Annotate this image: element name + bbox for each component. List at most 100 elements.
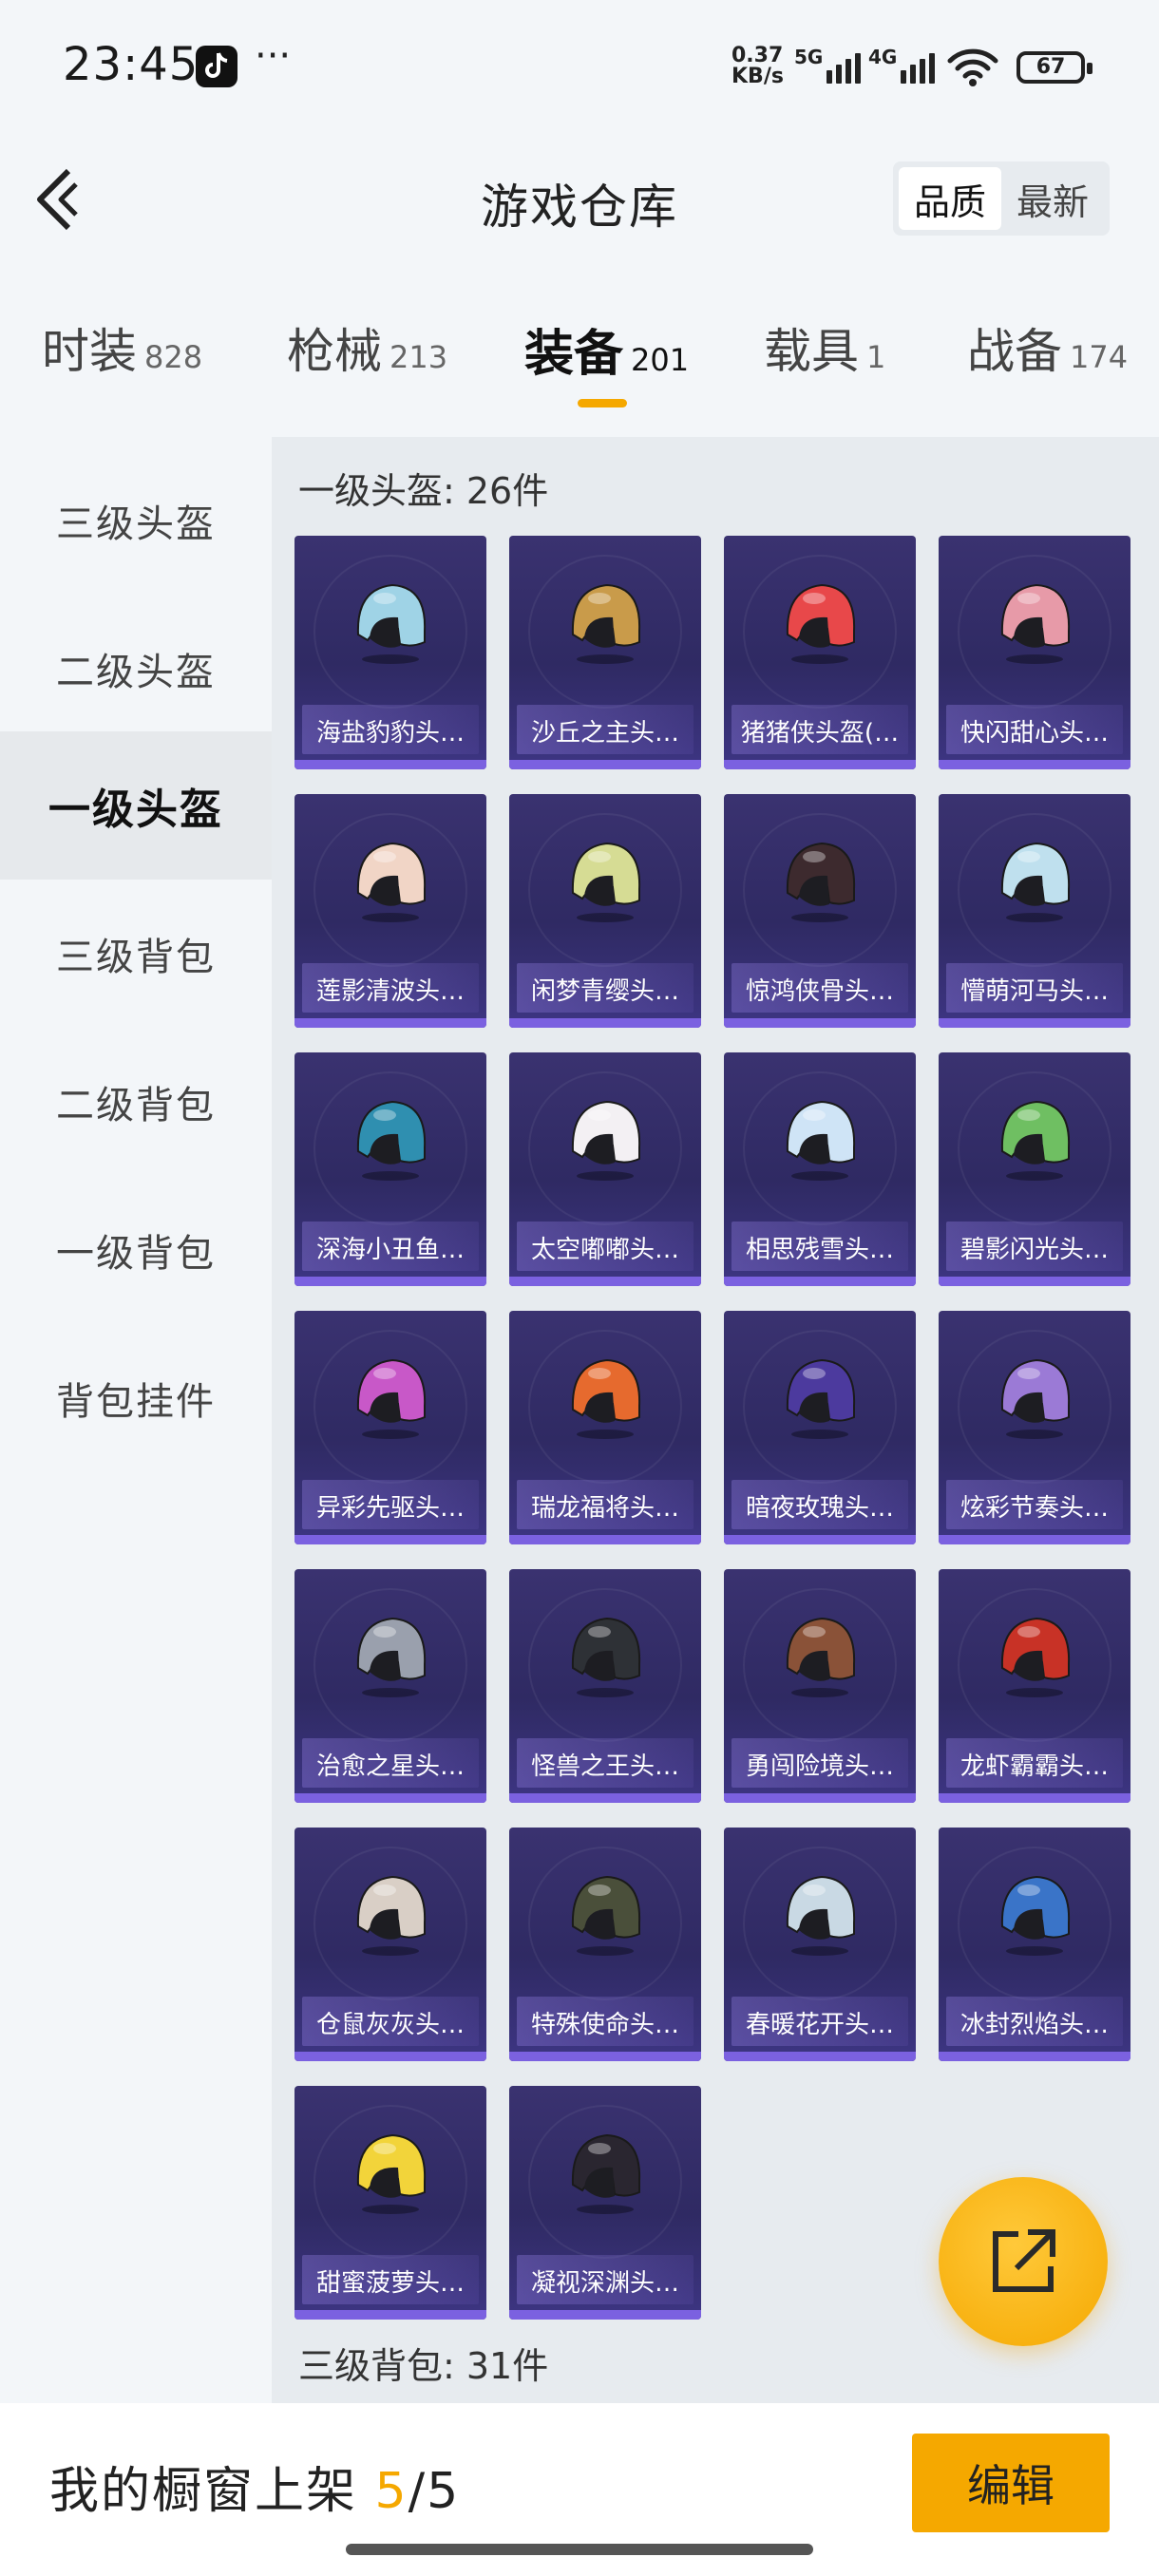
helmet-icon: [571, 1617, 641, 1697]
item-name: 快闪甜心头…: [960, 719, 1109, 748]
helmet-icon: [1000, 1617, 1071, 1697]
item-card[interactable]: 瑞龙福将头…: [509, 1311, 701, 1544]
sidebar-item-level3-helmet[interactable]: 三级头盔: [0, 446, 272, 595]
item-card[interactable]: 暗夜玫瑰头…: [724, 1311, 916, 1544]
item-card[interactable]: 冰封烈焰头…: [939, 1828, 1130, 2061]
item-card[interactable]: 深海小丑鱼…: [294, 1052, 486, 1286]
helmet-icon: [571, 1875, 641, 1956]
showcase-label: 我的橱窗上架: [49, 2463, 358, 2520]
tiktok-icon: [196, 46, 238, 87]
clock: 23:45: [63, 38, 200, 91]
tab-count: 828: [144, 339, 203, 375]
tab-label: 战备: [967, 324, 1062, 379]
item-name: 冰封烈焰头…: [960, 2011, 1109, 2039]
helmet-icon: [786, 1617, 856, 1697]
helmet-icon: [356, 1875, 427, 1956]
battery-indicator: 67: [1016, 51, 1092, 84]
item-card[interactable]: 惊鸿侠骨头…: [724, 794, 916, 1028]
section-title: 三级背包: 31件: [298, 2345, 549, 2387]
helmet-icon: [571, 583, 641, 664]
sidebar-item-level2-backpack[interactable]: 二级背包: [0, 1028, 272, 1176]
item-card[interactable]: 太空嘟嘟头…: [509, 1052, 701, 1286]
item-card[interactable]: 闲梦青缨头…: [509, 794, 701, 1028]
bottom-bar: 我的橱窗上架 5/5 编辑: [0, 2403, 1159, 2576]
item-card[interactable]: 海盐豹豹头…: [294, 536, 486, 769]
showcase-total-count: /5: [408, 2463, 461, 2520]
item-card[interactable]: 勇闯险境头…: [724, 1569, 916, 1803]
showcase-current-count: 5: [374, 2463, 408, 2520]
tab-weapons[interactable]: 枪械 213: [287, 313, 447, 382]
sidebar-item-level1-backpack[interactable]: 一级背包: [0, 1176, 272, 1324]
item-name: 沙丘之主头…: [530, 719, 679, 748]
item-name: 怪兽之王头…: [530, 1752, 679, 1781]
sidebar-item-level1-helmet[interactable]: 一级头盔: [0, 731, 272, 880]
sidebar-item-backpack-charm[interactable]: 背包挂件: [0, 1324, 272, 1472]
tab-equipment[interactable]: 装备 201: [524, 313, 689, 385]
helmet-icon: [1000, 1358, 1071, 1439]
item-card[interactable]: 龙虾霸霸头…: [939, 1569, 1130, 1803]
tab-battle-prep[interactable]: 战备 174: [967, 313, 1128, 382]
home-indicator: [346, 2544, 813, 2555]
signal-4g-label: 4G: [868, 46, 898, 68]
helmet-icon: [1000, 842, 1071, 922]
tab-label: 载具: [764, 324, 859, 379]
helmet-icon: [356, 1100, 427, 1181]
signal-5g-label: 5G: [794, 46, 824, 68]
item-name: 龙虾霸霸头…: [960, 1752, 1109, 1781]
sidebar-item-level2-helmet[interactable]: 二级头盔: [0, 595, 272, 743]
signal-bars-icon: [826, 49, 861, 84]
item-card[interactable]: 怪兽之王头…: [509, 1569, 701, 1803]
item-card[interactable]: 快闪甜心头…: [939, 536, 1130, 769]
tab-fashion[interactable]: 时装 828: [42, 313, 202, 382]
sort-by-quality-button[interactable]: 品质: [899, 167, 1001, 230]
item-grid-panel: 一级头盔: 26件 海盐豹豹头… 沙丘之主头… 猪猪侠头盔(… 快闪甜心头… 莲影清波头…: [272, 437, 1159, 2403]
helmet-icon: [356, 2133, 427, 2214]
speed-value: 0.37: [732, 44, 784, 67]
item-name: 凝视深渊头…: [530, 2269, 679, 2298]
helmet-icon: [356, 583, 427, 664]
item-card[interactable]: 仓鼠灰灰头…: [294, 1828, 486, 2061]
item-card[interactable]: 春暖花开头…: [724, 1828, 916, 2061]
item-name: 碧影闪光头…: [960, 1236, 1109, 1264]
tab-label: 装备: [524, 326, 624, 383]
item-card[interactable]: 莲影清波头…: [294, 794, 486, 1028]
item-name: 特殊使命头…: [530, 2011, 679, 2039]
sidebar: 三级头盔 二级头盔 一级头盔 三级背包 二级背包 一级背包 背包挂件: [0, 437, 272, 2403]
tab-count: 1: [866, 339, 886, 375]
sort-toggle: 品质 最新: [893, 161, 1110, 236]
helmet-icon: [356, 1617, 427, 1697]
helmet-icon: [571, 1358, 641, 1439]
sort-by-latest-button[interactable]: 最新: [1001, 167, 1104, 230]
item-card[interactable]: 沙丘之主头…: [509, 536, 701, 769]
edit-button[interactable]: 编辑: [912, 2434, 1110, 2532]
helmet-icon: [356, 842, 427, 922]
item-card[interactable]: 治愈之星头…: [294, 1569, 486, 1803]
item-card[interactable]: 异彩先驱头…: [294, 1311, 486, 1544]
item-name: 甜蜜菠萝头…: [315, 2269, 465, 2298]
item-name: 暗夜玫瑰头…: [745, 1494, 894, 1523]
tab-vehicles[interactable]: 载具 1: [764, 313, 885, 382]
sidebar-item-level3-backpack[interactable]: 三级背包: [0, 880, 272, 1028]
item-card[interactable]: 懵萌河马头…: [939, 794, 1130, 1028]
item-name: 深海小丑鱼…: [315, 1236, 465, 1264]
tab-label: 时装: [42, 324, 137, 379]
item-card[interactable]: 炫彩节奏头…: [939, 1311, 1130, 1544]
speed-unit: KB/s: [732, 65, 784, 88]
item-card[interactable]: 凝视深渊头…: [509, 2086, 701, 2320]
item-card[interactable]: 特殊使命头…: [509, 1828, 701, 2061]
helmet-icon: [1000, 1875, 1071, 1956]
item-card[interactable]: 猪猪侠头盔(…: [724, 536, 916, 769]
helmet-icon: [786, 1875, 856, 1956]
item-name: 勇闯险境头…: [745, 1752, 894, 1781]
item-card[interactable]: 相思残雪头…: [724, 1052, 916, 1286]
helmet-icon: [786, 1100, 856, 1181]
signal-bars-icon: [901, 49, 935, 84]
helmet-icon: [571, 1100, 641, 1181]
share-button[interactable]: [939, 2177, 1108, 2346]
section-title: 一级头盔: 26件: [298, 470, 549, 512]
item-card[interactable]: 碧影闪光头…: [939, 1052, 1130, 1286]
wifi-icon: [947, 48, 998, 86]
item-card[interactable]: 甜蜜菠萝头…: [294, 2086, 486, 2320]
item-name: 海盐豹豹头…: [315, 719, 465, 748]
network-speed: 0.37 KB/s: [732, 46, 784, 87]
